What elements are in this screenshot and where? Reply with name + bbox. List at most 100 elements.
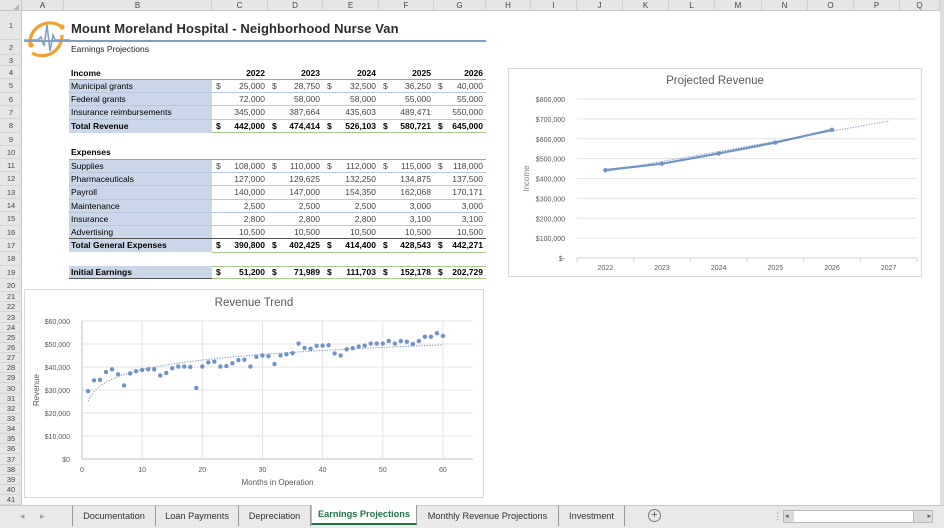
expense-row-value[interactable]: 147,000 bbox=[268, 186, 323, 199]
row-header-1[interactable]: 1 bbox=[0, 11, 22, 40]
tab-loan-payments[interactable]: Loan Payments bbox=[156, 506, 239, 526]
projected-revenue-chart[interactable]: Projected Revenue $- $100,000 $200,000 $300… bbox=[508, 68, 922, 277]
total-expenses-value[interactable]: $390,800 bbox=[212, 239, 268, 252]
column-header-i[interactable]: I bbox=[531, 0, 577, 11]
row-header-34[interactable]: 34 bbox=[0, 424, 22, 434]
column-header-d[interactable]: D bbox=[268, 0, 323, 11]
row-header-36[interactable]: 36 bbox=[0, 444, 22, 454]
scrollbar-thumb[interactable] bbox=[794, 511, 914, 522]
vertical-scrollbar[interactable] bbox=[940, 0, 944, 505]
prev-sheet-icon[interactable]: ◂ bbox=[20, 511, 25, 522]
row-header-40[interactable]: 40 bbox=[0, 485, 22, 495]
column-header-m[interactable]: M bbox=[715, 0, 762, 11]
row-header-2[interactable]: 2 bbox=[0, 40, 22, 55]
expenses-heading[interactable]: Expenses bbox=[69, 146, 212, 159]
horizontal-scrollbar[interactable]: ◂ ▸ bbox=[783, 510, 933, 523]
row-header-7[interactable]: 7 bbox=[0, 106, 22, 119]
income-row-value[interactable]: 345,000 bbox=[212, 106, 268, 119]
column-header-n[interactable]: N bbox=[762, 0, 808, 11]
total-expenses-value[interactable]: $414,400 bbox=[323, 239, 379, 252]
row-header-6[interactable]: 6 bbox=[0, 93, 22, 106]
expense-row-label[interactable]: Payroll bbox=[69, 186, 212, 199]
tab-monthly-revenue-projections[interactable]: Monthly Revenue Projections bbox=[417, 506, 559, 526]
row-header-11[interactable]: 11 bbox=[0, 159, 22, 172]
row-header-27[interactable]: 27 bbox=[0, 353, 22, 363]
column-header-g[interactable]: G bbox=[434, 0, 486, 11]
income-row-value[interactable]: 435,603 bbox=[323, 106, 379, 119]
row-header-39[interactable]: 39 bbox=[0, 475, 22, 485]
tab-documentation[interactable]: Documentation bbox=[72, 506, 156, 526]
column-header-h[interactable]: H bbox=[486, 0, 531, 11]
row-header-21[interactable]: 21 bbox=[0, 292, 22, 302]
tab-investment[interactable]: Investment bbox=[559, 506, 625, 526]
row-header-23[interactable]: 23 bbox=[0, 312, 22, 323]
row-header-31[interactable]: 31 bbox=[0, 394, 22, 404]
row-header-13[interactable]: 13 bbox=[0, 186, 22, 199]
data-point bbox=[91, 378, 97, 383]
plus-circle-icon[interactable]: + bbox=[648, 509, 661, 522]
row-header-30[interactable]: 30 bbox=[0, 383, 22, 394]
scroll-right-icon[interactable]: ▸ bbox=[927, 511, 931, 522]
income-row-value[interactable]: 489,471 bbox=[379, 106, 434, 119]
row-header-9[interactable]: 9 bbox=[0, 133, 22, 146]
row-header-41[interactable]: 41 bbox=[0, 495, 22, 505]
column-header-p[interactable]: P bbox=[854, 0, 900, 11]
total-expenses-label[interactable]: Total General Expenses bbox=[69, 239, 212, 252]
row-header-24[interactable]: 24 bbox=[0, 323, 22, 333]
row-header-33[interactable]: 33 bbox=[0, 414, 22, 424]
column-header-o[interactable]: O bbox=[808, 0, 854, 11]
row-header-26[interactable]: 26 bbox=[0, 343, 22, 353]
tab-splitter-handle[interactable]: ⋮ bbox=[773, 511, 782, 522]
row-header-29[interactable]: 29 bbox=[0, 373, 22, 383]
select-all-button[interactable] bbox=[0, 0, 22, 11]
column-header-a[interactable]: A bbox=[22, 0, 64, 11]
expense-row-value[interactable]: 170,171 bbox=[434, 186, 486, 199]
next-sheet-icon[interactable]: ▸ bbox=[40, 511, 45, 522]
row-header-28[interactable]: 28 bbox=[0, 363, 22, 373]
row-header-22[interactable]: 22 bbox=[0, 302, 22, 312]
row-header-16[interactable]: 16 bbox=[0, 226, 22, 239]
cell-value: 2,500 bbox=[243, 201, 265, 211]
column-header-b[interactable]: B bbox=[64, 0, 212, 11]
total-underline bbox=[212, 132, 486, 133]
row-header-17[interactable]: 17 bbox=[0, 239, 22, 252]
total-revenue-label[interactable]: Total Revenue bbox=[69, 120, 212, 133]
total-expenses-value[interactable]: $402,425 bbox=[268, 239, 323, 252]
row-header-12[interactable]: 12 bbox=[0, 172, 22, 186]
row-header-15[interactable]: 15 bbox=[0, 212, 22, 226]
income-row-value[interactable]: 550,000 bbox=[434, 106, 486, 119]
row-header-5[interactable]: 5 bbox=[0, 79, 22, 93]
total-expenses-value[interactable]: $428,543 bbox=[379, 239, 434, 252]
row-header-19[interactable]: 19 bbox=[0, 266, 22, 279]
row-header-10[interactable]: 10 bbox=[0, 146, 22, 159]
tab-depreciation[interactable]: Depreciation bbox=[239, 506, 311, 526]
column-header-e[interactable]: E bbox=[323, 0, 379, 11]
row-header-20[interactable]: 20 bbox=[0, 279, 22, 292]
column-header-q[interactable]: Q bbox=[900, 0, 940, 11]
income-row-value[interactable]: 387,664 bbox=[268, 106, 323, 119]
row-header-14[interactable]: 14 bbox=[0, 199, 22, 212]
data-point bbox=[350, 345, 355, 351]
expense-row-value[interactable]: 154,350 bbox=[323, 186, 379, 199]
row-header-32[interactable]: 32 bbox=[0, 404, 22, 414]
row-header-3[interactable]: 3 bbox=[0, 55, 22, 66]
expense-row-value[interactable]: 140,000 bbox=[212, 186, 268, 199]
column-header-k[interactable]: K bbox=[623, 0, 669, 11]
income-row-label[interactable]: Insurance reimbursements bbox=[69, 106, 212, 119]
row-header-38[interactable]: 38 bbox=[0, 465, 22, 475]
row-header-18[interactable]: 18 bbox=[0, 252, 22, 266]
column-header-c[interactable]: C bbox=[212, 0, 268, 11]
row-header-37[interactable]: 37 bbox=[0, 454, 22, 465]
row-header-25[interactable]: 25 bbox=[0, 333, 22, 343]
column-header-j[interactable]: J bbox=[577, 0, 623, 11]
expense-row-value[interactable]: 162,068 bbox=[379, 186, 434, 199]
column-header-f[interactable]: F bbox=[379, 0, 434, 11]
scroll-left-icon[interactable]: ◂ bbox=[785, 511, 789, 522]
revenue-trend-chart[interactable]: Revenue Trend $0 $10,000 $20,000 $30,000 $40… bbox=[24, 289, 484, 498]
column-header-l[interactable]: L bbox=[669, 0, 715, 11]
total-expenses-value[interactable]: $442,271 bbox=[434, 239, 486, 252]
row-header-35[interactable]: 35 bbox=[0, 434, 22, 444]
tab-earnings-projections[interactable]: Earnings Projections bbox=[311, 505, 417, 525]
row-header-4[interactable]: 4 bbox=[0, 66, 22, 79]
row-header-8[interactable]: 8 bbox=[0, 119, 22, 133]
